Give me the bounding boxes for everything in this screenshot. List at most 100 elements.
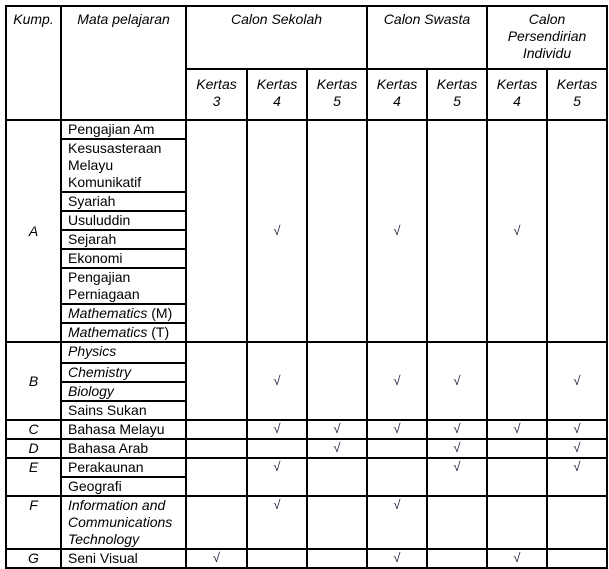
paper-header: Kertas 5	[546, 68, 608, 121]
check-icon: √	[393, 550, 401, 565]
empty-cell	[185, 119, 248, 343]
check-mark-cell: √	[426, 341, 488, 421]
subject-name: Ekonomi	[68, 250, 123, 266]
check-mark-cell: √	[306, 438, 368, 459]
subject-name: Pengajian Perniagaan	[68, 269, 140, 302]
empty-cell	[486, 495, 548, 550]
subject-cell: Usuluddin	[60, 210, 187, 231]
subject-cell: Geografi	[60, 476, 187, 497]
empty-cell	[306, 548, 368, 569]
paper-header: Kertas 4	[366, 68, 428, 121]
empty-cell	[185, 495, 248, 550]
subject-cell: Kesusasteraan Melayu Komunikatif	[60, 138, 187, 193]
subject-name: Bahasa Arab	[68, 440, 149, 456]
paper-number: 5	[573, 93, 581, 109]
group-cell: B	[5, 341, 62, 421]
check-mark-cell: √	[366, 495, 428, 550]
subject-cell: Syariah	[60, 191, 187, 212]
subject-name: Biology	[68, 383, 114, 399]
check-mark-cell: √	[426, 457, 488, 497]
check-mark-cell: √	[246, 341, 308, 421]
table-row: A Pengajian Am √ √ √	[5, 119, 608, 343]
paper-number: 4	[513, 93, 521, 109]
empty-cell	[546, 119, 608, 343]
empty-cell	[185, 419, 248, 440]
empty-cell	[366, 457, 428, 497]
subject-cell: Ekonomi	[60, 248, 187, 269]
check-icon: √	[573, 373, 581, 388]
empty-cell	[486, 438, 548, 459]
paper-word: Kertas	[556, 76, 598, 92]
subject-name: Physics	[68, 343, 117, 359]
group-cell: F	[5, 495, 62, 550]
empty-cell	[426, 548, 488, 569]
subject-cell: Chemistry	[60, 362, 187, 383]
check-mark-cell: √	[306, 419, 368, 440]
subject-name: Chemistry	[68, 364, 132, 380]
subject-cell: Mathematics (T)	[60, 322, 187, 343]
paper-header: Kertas 4	[486, 68, 548, 121]
subject-name: Usuluddin	[68, 212, 131, 228]
check-icon: √	[393, 497, 401, 512]
empty-cell	[546, 548, 608, 569]
subject-cell: Pengajian Am	[60, 119, 187, 140]
empty-cell	[306, 495, 368, 550]
check-icon: √	[333, 421, 341, 436]
check-icon: √	[273, 421, 281, 436]
table-row: B Physics √ √ √ √	[5, 341, 608, 421]
empty-cell	[246, 548, 308, 569]
paper-header: Kertas 4	[246, 68, 308, 121]
subject-cell: Sejarah	[60, 229, 187, 250]
subject-name: Sains Sukan	[68, 402, 147, 418]
paper-header: Kertas 5	[306, 68, 368, 121]
check-mark-cell: √	[486, 119, 548, 343]
subject-suffix: (T)	[147, 324, 170, 340]
subject-name: Perakaunan	[68, 459, 144, 475]
paper-number: 5	[333, 93, 341, 109]
paper-header: Kertas 5	[426, 68, 488, 121]
empty-cell	[246, 438, 308, 459]
check-icon: √	[573, 459, 581, 474]
empty-cell	[426, 119, 488, 343]
paper-number: 4	[393, 93, 401, 109]
check-icon: √	[393, 373, 401, 388]
check-icon: √	[453, 421, 461, 436]
check-icon: √	[573, 421, 581, 436]
group-cell: D	[5, 438, 62, 459]
subject-cell: Pengajian Perniagaan	[60, 267, 187, 305]
check-mark-cell: √	[366, 419, 428, 440]
check-icon: √	[513, 421, 521, 436]
group-cell: G	[5, 548, 62, 569]
paper-word: Kertas	[196, 76, 237, 92]
subject-name: Mathematics	[68, 305, 148, 321]
check-icon: √	[273, 497, 281, 512]
paper-word: Kertas	[436, 76, 478, 92]
subject-cell: Bahasa Melayu	[60, 419, 187, 440]
empty-cell	[426, 495, 488, 550]
subject-cell: Sains Sukan	[60, 400, 187, 421]
table-row: E Perakaunan √ √ √	[5, 457, 608, 497]
check-mark-cell: √	[546, 419, 608, 440]
subject-name: Bahasa Melayu	[68, 421, 165, 437]
paper-number: 4	[273, 93, 281, 109]
empty-cell	[486, 457, 548, 497]
header-group: Kump.	[5, 5, 62, 121]
paper-number: 3	[212, 93, 221, 109]
check-mark-cell: √	[366, 341, 428, 421]
table-row: G Seni Visual √ √ √	[5, 548, 608, 569]
check-icon: √	[273, 223, 281, 238]
check-mark-cell: √	[366, 548, 428, 569]
group-cell: A	[5, 119, 62, 343]
check-mark-cell: √	[546, 341, 608, 421]
check-mark-cell: √	[426, 419, 488, 440]
check-icon: √	[513, 550, 521, 565]
table-row: F Information and Communications Technolo…	[5, 495, 608, 550]
check-mark-cell: √	[246, 119, 308, 343]
check-icon: √	[393, 223, 401, 238]
check-mark-cell: √	[426, 438, 488, 459]
empty-cell	[546, 495, 608, 550]
check-mark-cell: √	[246, 457, 308, 497]
paper-word: Kertas	[376, 76, 418, 92]
subject-cell: Mathematics (M)	[60, 303, 187, 324]
header-calon-swasta: Calon Swasta	[366, 5, 488, 70]
